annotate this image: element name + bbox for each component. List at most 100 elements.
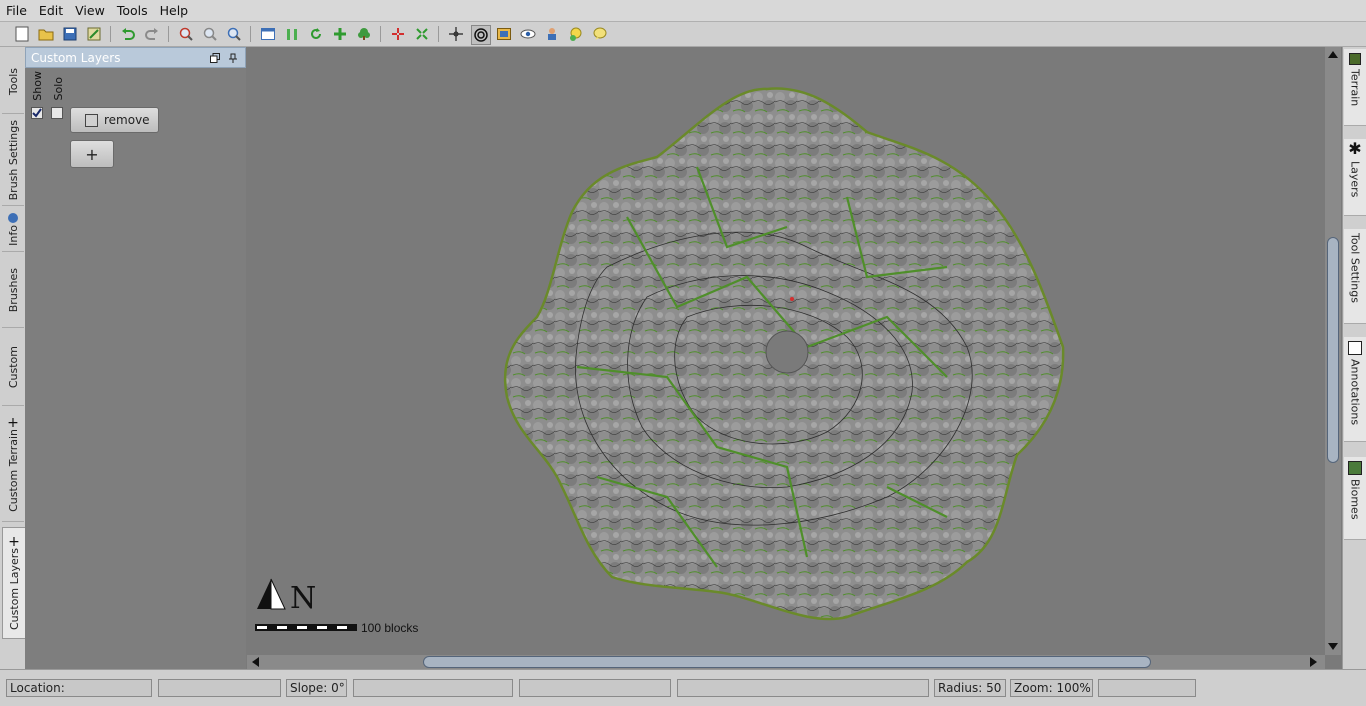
tab-custom-terrain-label: Custom Terrain — [6, 428, 20, 512]
tab-brushes[interactable]: Brushes — [2, 253, 24, 328]
status-location: Location: — [6, 679, 152, 697]
contours-icon[interactable] — [471, 25, 491, 45]
north-label: N — [290, 581, 316, 616]
light-bulb-icon[interactable] — [567, 25, 585, 43]
pin-icon[interactable] — [227, 52, 239, 64]
scale-label: 100 blocks — [361, 621, 418, 635]
horizontal-scroll-thumb[interactable] — [423, 656, 1151, 668]
panel-title: Custom Layers — [31, 50, 121, 65]
tab-info[interactable]: Info — [2, 207, 24, 252]
vertical-scrollbar[interactable] — [1325, 47, 1341, 655]
status-progress — [1098, 679, 1196, 697]
menu-tools[interactable]: Tools — [111, 0, 154, 21]
menu-help[interactable]: Help — [154, 0, 195, 21]
horizontal-scrollbar[interactable] — [247, 655, 1325, 669]
shift-icon[interactable] — [331, 25, 349, 43]
status-field-4 — [353, 679, 513, 697]
toolbar-separator — [250, 26, 251, 42]
terrain-cube-icon — [1349, 53, 1361, 65]
remove-button-label: remove — [104, 113, 150, 127]
save-icon[interactable] — [61, 25, 79, 43]
tab-brushes-label: Brushes — [6, 267, 20, 313]
solo-column-label: Solo — [52, 77, 65, 101]
crosshair-icon[interactable] — [447, 25, 465, 43]
checkmark-icon — [32, 108, 42, 118]
map-canvas[interactable]: N 100 blocks — [247, 47, 1325, 655]
tab-custom[interactable]: Custom — [2, 329, 24, 406]
scale-bar — [255, 624, 357, 631]
remove-layer-button[interactable]: remove — [70, 107, 159, 133]
biome-swatch-icon — [1348, 461, 1362, 475]
north-arrow — [257, 578, 286, 610]
toolbar-separator — [110, 26, 111, 42]
zoom-out-icon[interactable] — [177, 25, 195, 43]
export-icon[interactable] — [85, 25, 103, 43]
tab-custom-layers[interactable]: + Custom Layers — [2, 527, 26, 639]
annotation-swatch-icon — [1348, 341, 1362, 355]
plus-icon: + — [7, 414, 19, 431]
undo-icon[interactable] — [119, 25, 137, 43]
new-file-icon[interactable] — [13, 25, 31, 43]
add-button-label: + — [85, 144, 99, 164]
player-icon[interactable] — [543, 25, 561, 43]
island-terrain — [503, 87, 1065, 621]
toolbar-separator — [438, 26, 439, 42]
restore-window-icon[interactable] — [209, 52, 221, 64]
menu-edit[interactable]: Edit — [33, 0, 69, 21]
view-eye-icon[interactable] — [519, 25, 537, 43]
cursor-marker — [790, 297, 794, 301]
pillars-icon[interactable] — [283, 25, 301, 43]
status-field-6 — [677, 679, 929, 697]
asterisk-icon: ✱ — [1348, 139, 1362, 158]
zoom-in-icon[interactable] — [225, 25, 243, 43]
tree-icon[interactable] — [355, 25, 373, 43]
open-folder-icon[interactable] — [37, 25, 55, 43]
tab-brush-settings[interactable]: Brush Settings — [2, 115, 24, 206]
dimension-properties-icon[interactable] — [259, 25, 277, 43]
tab-annotations[interactable]: Annotations — [1344, 337, 1366, 442]
rotate-icon[interactable] — [307, 25, 325, 43]
tab-biomes[interactable]: Biomes — [1344, 457, 1366, 540]
solo-checkbox[interactable] — [51, 107, 63, 119]
tab-annotations-label: Annotations — [1348, 359, 1362, 426]
scroll-down-icon[interactable] — [1328, 643, 1338, 650]
image-overlay-icon[interactable] — [495, 25, 513, 43]
plus-icon: + — [8, 533, 20, 550]
tab-tool-settings[interactable]: Tool Settings — [1344, 229, 1366, 324]
show-column-label: Show — [31, 71, 44, 101]
add-layer-button[interactable]: + — [70, 140, 114, 168]
scroll-up-icon[interactable] — [1328, 51, 1338, 58]
info-icon — [8, 212, 18, 223]
status-field-2 — [158, 679, 281, 697]
annotation-icon[interactable] — [591, 25, 609, 43]
layer-color-swatch — [85, 113, 98, 127]
scroll-right-icon[interactable] — [1310, 657, 1317, 667]
tab-biomes-label: Biomes — [1348, 479, 1362, 520]
terrain-map[interactable]: N 100 blocks — [247, 47, 1325, 655]
toolbar-separator — [380, 26, 381, 42]
spawn-point-icon[interactable] — [389, 25, 407, 43]
vertical-scroll-thumb[interactable] — [1327, 237, 1339, 463]
redo-icon[interactable] — [143, 25, 161, 43]
scroll-left-icon[interactable] — [252, 657, 259, 667]
tab-tool-settings-label: Tool Settings — [1348, 233, 1362, 303]
tab-tools-label: Tools — [6, 68, 20, 96]
tab-custom-label: Custom — [6, 345, 20, 389]
tab-custom-terrain[interactable]: + Custom Terrain — [2, 407, 24, 522]
status-slope: Slope: 0° — [286, 679, 347, 697]
status-bar: Location: Slope: 0° Radius: 50 Zoom: 100… — [0, 669, 1366, 706]
menu-view[interactable]: View — [69, 0, 111, 21]
tab-brush-settings-label: Brush Settings — [6, 119, 20, 201]
tab-layers[interactable]: ✱ Layers — [1344, 139, 1366, 216]
tab-terrain-label: Terrain — [1348, 69, 1362, 107]
toolbar — [0, 22, 1366, 47]
left-tab-strip: Tools Brush Settings Info Brushes Custom… — [0, 47, 26, 669]
tab-terrain[interactable]: Terrain — [1344, 49, 1366, 126]
tab-tools[interactable]: Tools — [2, 51, 24, 114]
show-checkbox[interactable] — [31, 107, 43, 119]
status-zoom: Zoom: 100% — [1010, 679, 1093, 697]
expand-icon[interactable] — [413, 25, 431, 43]
zoom-reset-icon[interactable] — [201, 25, 219, 43]
toolbar-separator — [168, 26, 169, 42]
menu-file[interactable]: File — [0, 0, 33, 21]
